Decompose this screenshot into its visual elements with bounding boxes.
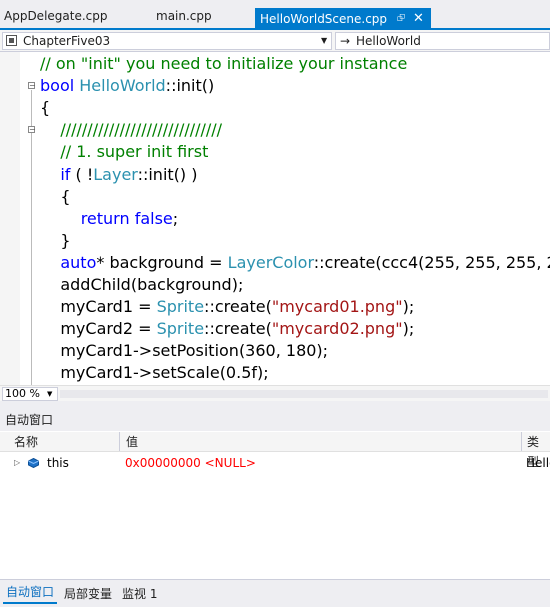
code-line[interactable]: {: [40, 97, 50, 119]
code-token: myCard1 =: [40, 297, 157, 317]
column-divider[interactable]: [521, 432, 522, 451]
code-line[interactable]: myCard1 = Sprite::create("mycard01.png")…: [40, 296, 414, 318]
column-header-type[interactable]: 类型: [527, 432, 550, 469]
project-name: ChapterFive03: [23, 34, 111, 48]
chevron-down-icon: ▼: [47, 390, 53, 398]
scope-dropdown[interactable]: → HelloWorld: [335, 32, 550, 50]
variable-value[interactable]: 0x00000000 <NULL>: [125, 453, 256, 473]
navigation-bar: ChapterFive03 ▼ → HelloWorld: [0, 30, 550, 52]
project-icon: [6, 35, 17, 46]
code-line[interactable]: {: [40, 186, 71, 208]
tab-autos[interactable]: 自动窗口: [3, 582, 58, 604]
code-line[interactable]: myCard1->setScale(0.5f);: [40, 362, 269, 384]
code-token: // 1. super init first: [40, 142, 209, 162]
outline-line: [31, 90, 32, 385]
code-token: "mycard02.png": [271, 319, 403, 339]
code-token: // on "init" you need to initialize your…: [40, 54, 408, 73]
column-header-name[interactable]: 名称: [14, 432, 38, 451]
document-tab-strip: AppDelegate.cpp main.cpp HelloWorldScene…: [0, 0, 550, 30]
tab-label: 监视 1: [122, 587, 158, 601]
code-line[interactable]: //////////////////////////////: [40, 119, 222, 141]
code-token: ::init() ): [137, 164, 198, 184]
tab-label: HelloWorldScene.cpp: [260, 12, 388, 26]
code-line[interactable]: // 1. super init first: [40, 141, 208, 163]
arrow-right-icon: →: [340, 34, 351, 48]
variable-type: Hello: [526, 456, 550, 470]
autos-window-title: 自动窗口: [0, 409, 550, 431]
debug-tool-tabs: 自动窗口 局部变量 监视 1: [0, 579, 550, 607]
code-token: LayerColor: [227, 252, 314, 272]
autos-column-headers: 名称 值 类型: [0, 432, 550, 469]
code-line[interactable]: // on "init" you need to initialize your…: [40, 53, 407, 75]
tab-helloworldscene-cpp[interactable]: HelloWorldScene.cpp ⮺ ✕: [255, 8, 431, 30]
editor-status-row: 100 % ▼: [0, 385, 550, 401]
code-token: Sprite: [156, 297, 205, 317]
code-token: Layer: [93, 164, 138, 184]
code-token: );: [402, 297, 415, 317]
panel-title: 自动窗口: [5, 413, 54, 427]
collapse-toggle-icon[interactable]: −: [28, 126, 36, 134]
code-line[interactable]: auto* background = LayerColor::create(cc…: [40, 252, 550, 274]
code-token: myCard1->setPosition(360, 180);: [40, 341, 329, 361]
chevron-down-icon: ▼: [321, 36, 328, 45]
tab-label: AppDelegate.cpp: [4, 9, 108, 23]
expand-triangle-icon[interactable]: ▷: [14, 453, 20, 473]
code-line[interactable]: bool HelloWorld::init(): [40, 75, 214, 97]
variable-icon: [28, 458, 39, 468]
code-token: ;: [172, 208, 179, 228]
tab-main-cpp[interactable]: main.cpp: [156, 6, 212, 28]
tab-label: 局部变量: [64, 587, 113, 601]
code-token: ::init(): [165, 76, 215, 96]
horizontal-scrollbar[interactable]: [60, 390, 548, 398]
code-line[interactable]: if ( !Layer::init() ): [40, 164, 197, 186]
pin-icon[interactable]: ⮺: [397, 8, 405, 30]
code-editor[interactable]: − − // on "init" you need to initialize …: [0, 52, 550, 385]
autos-window: 自动窗口 名称 值 类型 ▷ this 0x00000000 <NULL> He…: [0, 409, 550, 607]
tab-label: 自动窗口: [6, 585, 55, 599]
project-dropdown[interactable]: ChapterFive03 ▼: [2, 32, 332, 50]
tab-appdelegate-cpp[interactable]: AppDelegate.cpp: [4, 6, 108, 28]
code-token: bool: [40, 76, 80, 96]
code-token: ( !: [70, 164, 94, 184]
code-token: return false: [40, 208, 173, 228]
tab-locals[interactable]: 局部变量: [61, 584, 115, 604]
code-token: addChild(background);: [40, 275, 244, 294]
code-line[interactable]: addChild(background);: [40, 274, 243, 296]
indicator-margin[interactable]: [0, 52, 20, 385]
code-token: if: [40, 164, 71, 184]
code-token: {: [40, 186, 71, 206]
collapse-toggle-icon[interactable]: −: [28, 82, 36, 90]
code-token: }: [40, 230, 71, 250]
code-line[interactable]: myCard1->setPosition(360, 180);: [40, 340, 328, 362]
code-token: myCard1->setScale(0.5f);: [40, 363, 269, 383]
code-token: auto: [40, 252, 97, 272]
code-token: Sprite: [156, 319, 205, 339]
close-icon[interactable]: ✕: [413, 8, 424, 30]
variable-name: this: [47, 456, 69, 470]
code-token: "mycard01.png": [271, 297, 403, 317]
code-token: {: [40, 98, 51, 118]
code-line[interactable]: myCard2 = Sprite::create("mycard02.png")…: [40, 318, 414, 340]
code-line[interactable]: }: [40, 230, 71, 252]
zoom-dropdown[interactable]: 100 % ▼: [2, 387, 58, 401]
zoom-level: 100 %: [5, 387, 40, 400]
code-token: myCard2 =: [40, 319, 157, 339]
column-header-value[interactable]: 值: [126, 432, 138, 451]
tab-label: main.cpp: [156, 9, 212, 23]
scope-name: HelloWorld: [356, 34, 421, 48]
code-token: * background =: [96, 252, 228, 272]
code-token: ::create(ccc4(255, 255, 255, 255));: [313, 252, 550, 272]
code-token: );: [402, 319, 415, 339]
panel-splitter[interactable]: [0, 401, 550, 409]
tab-watch-1[interactable]: 监视 1: [119, 584, 160, 604]
autos-row[interactable]: ▷ this 0x00000000 <NULL> Hello: [0, 453, 550, 473]
code-token: //////////////////////////////: [40, 120, 223, 140]
code-token: ::create(: [204, 297, 272, 317]
code-token: ::create(: [204, 319, 272, 339]
column-divider[interactable]: [119, 432, 120, 451]
code-token: HelloWorld: [79, 76, 166, 96]
code-line[interactable]: return false;: [40, 208, 178, 230]
